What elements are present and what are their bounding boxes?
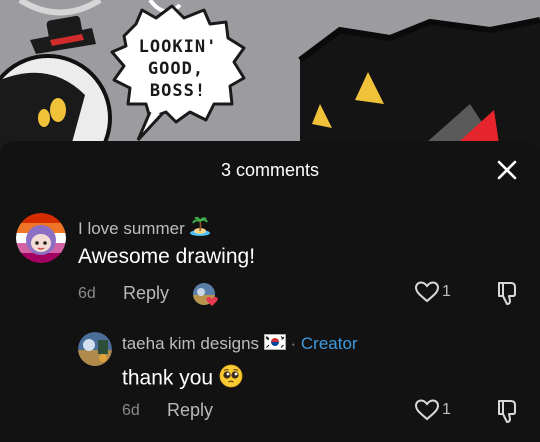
speech-bubble-line-3: BOSS! [150, 81, 206, 101]
creator-badge: Creator [300, 334, 358, 353]
like-count: 1 [442, 283, 451, 300]
video-preview[interactable]: LOOKIN' GOOD, BOSS! [0, 0, 540, 150]
separator-dot: · [290, 334, 297, 353]
reply-button[interactable]: Reply [167, 400, 213, 421]
cartoon-artwork: LOOKIN' GOOD, BOSS! [0, 0, 540, 150]
comment-text-content: thank you [122, 366, 214, 390]
avatar[interactable] [78, 332, 112, 366]
speech-bubble-line-1: LOOKIN' [139, 37, 218, 57]
reply-button[interactable]: Reply [123, 283, 169, 304]
pleading-face-emoji-icon [219, 364, 243, 394]
username-text: taeha kim designs [122, 334, 260, 353]
south-korea-flag-icon [263, 334, 286, 355]
comment-time: 6d [78, 285, 96, 302]
heart-outline-icon [414, 399, 440, 421]
username-text: I love summer [78, 218, 185, 238]
comment-username[interactable]: I love summer [78, 216, 211, 242]
thumbs-down-icon [498, 400, 516, 423]
dislike-button[interactable] [496, 280, 518, 311]
like-count: 1 [442, 401, 451, 418]
comment-text: thank you [122, 364, 243, 394]
thumbs-down-icon [498, 282, 516, 305]
close-icon [497, 160, 517, 180]
comments-sheet: 3 comments I love summer Awesome drawing… [0, 141, 540, 442]
like-button[interactable]: 1 [414, 280, 451, 304]
comment-username[interactable]: taeha kim designs · Creator [122, 334, 358, 355]
heart-outline-icon [414, 281, 440, 303]
like-button[interactable]: 1 [414, 398, 451, 422]
creator-liked-badge [193, 283, 218, 306]
island-emoji-icon [189, 216, 211, 242]
sheet-title: 3 comments [220, 160, 320, 180]
avatar[interactable] [16, 213, 66, 263]
comment-text: Awesome drawing! [78, 245, 256, 268]
comment-time: 6d [122, 402, 140, 419]
speech-bubble-line-2: GOOD, [148, 59, 204, 79]
close-button[interactable] [494, 157, 520, 183]
dislike-button[interactable] [496, 398, 518, 429]
